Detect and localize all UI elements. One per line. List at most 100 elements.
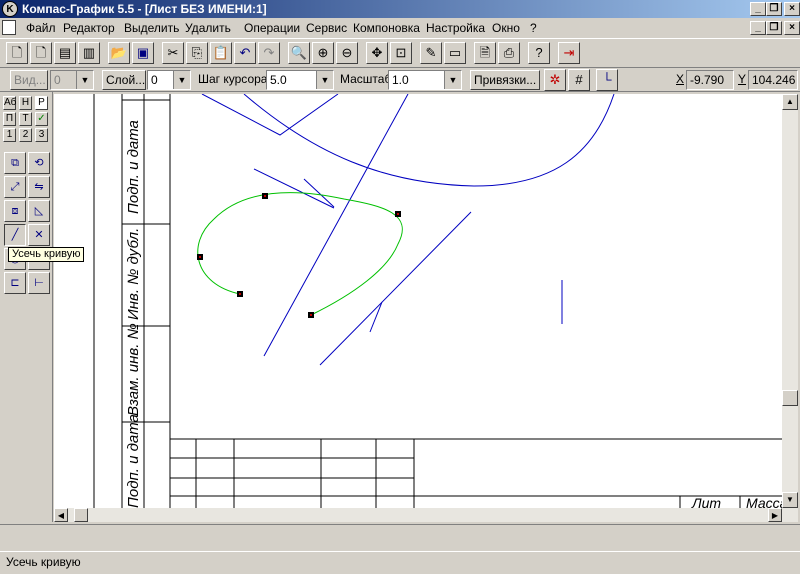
layer-button[interactable]: Слой... (102, 70, 146, 90)
doc-minimize-button[interactable]: _ (750, 21, 766, 35)
redo-icon[interactable]: ↷ (258, 42, 280, 64)
menu-select[interactable]: Выделить (124, 21, 179, 35)
align-icon[interactable]: ⊢ (28, 272, 50, 294)
restore-button[interactable]: ❐ (766, 2, 782, 16)
save-icon[interactable]: ▣ (132, 42, 154, 64)
scroll-right-icon[interactable]: ▶ (768, 508, 782, 522)
undo-icon[interactable]: ↶ (234, 42, 256, 64)
print-icon[interactable]: ⎙ (498, 42, 520, 64)
deform-icon[interactable]: ◺ (28, 200, 50, 222)
scroll-thumb-vertical[interactable] (782, 390, 798, 406)
drawing-geometry (201, 94, 615, 366)
new-text-doc-icon[interactable]: ▤ (54, 42, 76, 64)
y-coordinate-field[interactable]: 104.246 (748, 70, 798, 90)
kompas-logo-icon[interactable]: K (2, 1, 18, 17)
y-label: Y (738, 72, 747, 86)
paste-icon[interactable]: 📋 (210, 42, 232, 64)
view-combo[interactable]: 0 ▼ (50, 70, 94, 90)
stamp-cell-mass: Масса (746, 495, 782, 508)
tab-measure[interactable]: Т (19, 112, 32, 126)
redraw-icon[interactable]: ✎ (420, 42, 442, 64)
segment[interactable] (263, 94, 409, 357)
property-bar: Вид... 0 ▼ Слой... 0 ▼ Шаг курсора 5.0 ▼ Ма… (0, 68, 800, 92)
vertical-scrollbar[interactable]: ▲ ▼ (782, 94, 798, 522)
new-fragment-icon[interactable]: 🗋 (30, 42, 52, 64)
zoom-icon[interactable]: 🔍 (288, 42, 310, 64)
snaps-button[interactable]: Привязки... (470, 70, 540, 90)
grid-icon[interactable]: # (568, 69, 590, 91)
horizontal-scrollbar[interactable]: ◀ ▶ (54, 508, 782, 522)
tab-text[interactable]: Аб (3, 96, 16, 110)
menu-window[interactable]: Окно (492, 21, 520, 35)
move-icon[interactable]: ⧉ (4, 152, 26, 174)
zoom-out-icon[interactable]: ⊖ (336, 42, 358, 64)
menu-delete[interactable]: Удалить (185, 21, 231, 35)
rotate-icon[interactable]: ⟲ (28, 152, 50, 174)
tab-edit[interactable]: Р (35, 96, 48, 110)
mirror-icon[interactable]: ⇋ (28, 176, 50, 198)
group-icon[interactable]: ⊏ (4, 272, 26, 294)
new-sheet-icon[interactable]: 🗋 (6, 42, 28, 64)
segment[interactable] (319, 211, 472, 366)
scale-icon[interactable]: ⤢ (4, 176, 26, 198)
view-button[interactable]: Вид... (10, 70, 48, 90)
spline-nodes (197, 193, 401, 318)
new-spec-icon[interactable]: ▥ (78, 42, 100, 64)
drawing-svg: Подп. и дата Инв. № дубл. Взам. инв. № П… (93, 94, 782, 508)
menu-help[interactable]: ? (530, 21, 537, 35)
preview-icon[interactable]: 🗎 (474, 42, 496, 64)
trim-two-points-icon[interactable]: ✕ (28, 224, 50, 246)
close-button[interactable]: × (784, 2, 800, 16)
tab-2[interactable]: 2 (19, 128, 32, 142)
tab-1[interactable]: 1 (3, 128, 16, 142)
chevron-down-icon[interactable]: ▼ (76, 71, 93, 89)
help-icon[interactable]: ? (528, 42, 550, 64)
scroll-thumb-horizontal[interactable] (74, 508, 88, 522)
tab-3[interactable]: 3 (35, 128, 48, 142)
document-icon[interactable] (2, 20, 16, 35)
zoom-in-icon[interactable]: ⊕ (312, 42, 334, 64)
segment[interactable] (253, 168, 335, 209)
drawing-canvas[interactable]: Подп. и дата Инв. № дубл. Взам. инв. № П… (54, 94, 782, 508)
snap-settings-icon[interactable]: ✲ (544, 69, 566, 91)
copy-objects-icon[interactable]: ⧈ (4, 200, 26, 222)
exit-icon[interactable]: ⇥ (558, 42, 580, 64)
zoom-all-icon[interactable]: ⊡ (390, 42, 412, 64)
scroll-down-icon[interactable]: ▼ (782, 492, 798, 508)
open-icon[interactable]: 📂 (108, 42, 130, 64)
pan-icon[interactable]: ✥ (366, 42, 388, 64)
spline-node-marks (199, 195, 399, 316)
show-all-icon[interactable]: ▭ (444, 42, 466, 64)
cursor-step-combo[interactable]: 5.0 ▼ (266, 70, 334, 90)
x-coordinate-field[interactable]: -9.790 (686, 70, 734, 90)
doc-restore-button[interactable]: ❐ (766, 21, 782, 35)
layer-combo[interactable]: 0 ▼ (147, 70, 191, 90)
scroll-left-icon[interactable]: ◀ (54, 508, 68, 522)
selected-spline[interactable] (197, 192, 403, 316)
stamp-label-dup-inv: Инв. № дубл. (125, 228, 142, 320)
menu-edit[interactable]: Редактор (63, 21, 115, 35)
trim-curve-icon[interactable]: ╱ (4, 224, 26, 246)
copy-icon[interactable]: ⎘ (186, 42, 208, 64)
tab-parametric[interactable]: П (3, 112, 16, 126)
menu-file[interactable]: Файл (26, 21, 56, 35)
chevron-down-icon[interactable]: ▼ (173, 71, 190, 89)
menu-layout[interactable]: Компоновка (353, 21, 420, 35)
chevron-down-icon[interactable]: ▼ (444, 71, 461, 89)
status-text: Усечь кривую (6, 555, 81, 569)
menu-settings[interactable]: Настройка (426, 21, 485, 35)
scroll-up-icon[interactable]: ▲ (782, 94, 798, 110)
tab-dimensions[interactable]: Н (19, 96, 32, 110)
minimize-button[interactable]: _ (750, 2, 766, 16)
menu-service[interactable]: Сервис (306, 21, 347, 35)
menu-operations[interactable]: Операции (244, 21, 300, 35)
tab-select[interactable]: ✓ (35, 112, 48, 126)
cut-icon[interactable]: ✂ (162, 42, 184, 64)
chevron-down-icon[interactable]: ▼ (316, 71, 333, 89)
arc[interactable] (243, 94, 615, 187)
segment[interactable] (369, 301, 383, 333)
local-cs-icon[interactable]: └ (596, 69, 618, 91)
doc-close-button[interactable]: × (784, 21, 800, 35)
stamp-label-sign-date-2: Подп. и дата (125, 414, 142, 508)
scale-combo[interactable]: 1.0 ▼ (388, 70, 462, 90)
